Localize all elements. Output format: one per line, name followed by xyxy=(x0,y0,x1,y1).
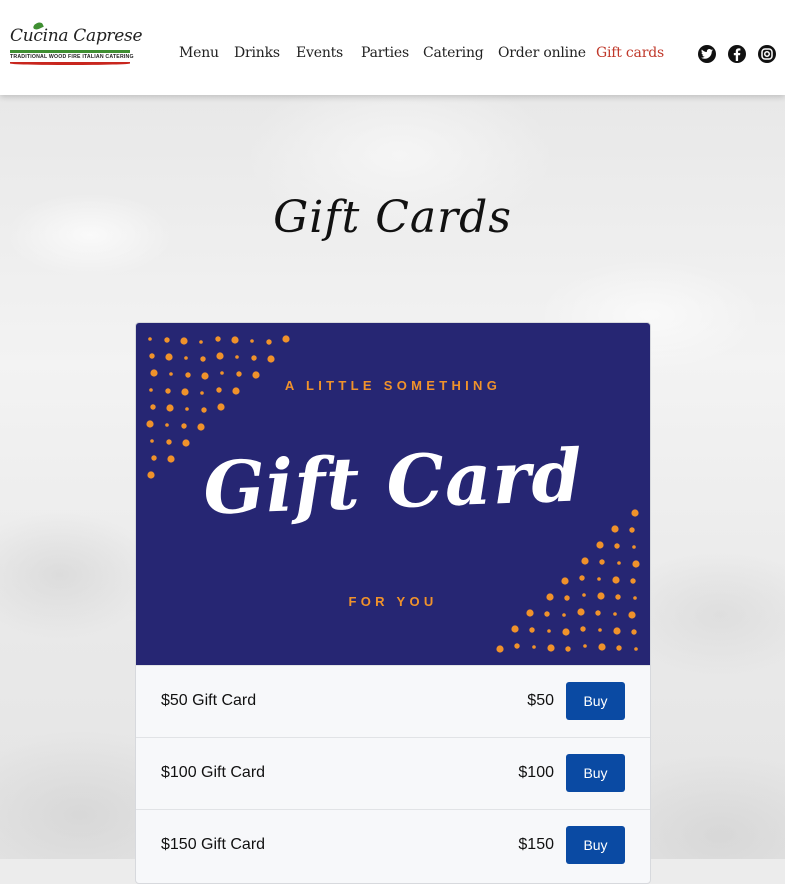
logo-name: Cucina Caprese xyxy=(10,26,143,46)
buy-button[interactable]: Buy xyxy=(566,682,625,720)
product-price: $150 xyxy=(518,836,554,853)
buy-button[interactable]: Buy xyxy=(566,826,625,864)
nav-item-gift-cards[interactable]: Gift cards xyxy=(596,45,664,61)
facebook-icon[interactable] xyxy=(728,45,746,63)
instagram-icon[interactable] xyxy=(758,45,776,63)
twitter-icon[interactable] xyxy=(698,45,716,63)
buy-button[interactable]: Buy xyxy=(566,754,625,792)
product-name: $50 Gift Card xyxy=(161,692,257,709)
product-row: $150 Gift Card $150 Buy xyxy=(136,809,650,882)
site-header: Cucina Caprese TRADITIONAL WOOD FIRE ITA… xyxy=(0,0,785,95)
nav-item-drinks[interactable]: Drinks xyxy=(234,45,280,61)
nav-item-order-online[interactable]: Order online xyxy=(498,45,586,61)
gift-card-image: A LITTLE SOMETHING Gift Card FOR YOU xyxy=(136,323,650,665)
gift-card-main-text: Gift Card xyxy=(201,432,585,531)
gift-card-top-text: A LITTLE SOMETHING xyxy=(284,378,502,393)
nav-item-events[interactable]: Events xyxy=(296,45,343,61)
logo[interactable]: Cucina Caprese TRADITIONAL WOOD FIRE ITA… xyxy=(10,21,143,70)
product-row: $100 Gift Card $100 Buy xyxy=(136,737,650,810)
logo-stripe-green xyxy=(10,50,130,53)
nav-item-parties[interactable]: Parties xyxy=(361,45,409,61)
product-name: $100 Gift Card xyxy=(161,764,266,781)
product-name: $150 Gift Card xyxy=(161,836,266,853)
product-price: $50 xyxy=(527,692,554,709)
logo-stripe-red xyxy=(10,62,130,65)
nav-item-menu[interactable]: Menu xyxy=(179,45,219,61)
gift-card-panel: A LITTLE SOMETHING Gift Card FOR YOU $50… xyxy=(135,322,651,884)
logo-tagline: TRADITIONAL WOOD FIRE ITALIAN CATERING xyxy=(10,54,134,60)
page-title: Gift Cards xyxy=(273,192,512,243)
product-price: $100 xyxy=(518,764,554,781)
gift-card-bottom-text: FOR YOU xyxy=(348,594,438,609)
nav-item-catering[interactable]: Catering xyxy=(423,45,484,61)
product-row: $50 Gift Card $50 Buy xyxy=(136,665,650,738)
